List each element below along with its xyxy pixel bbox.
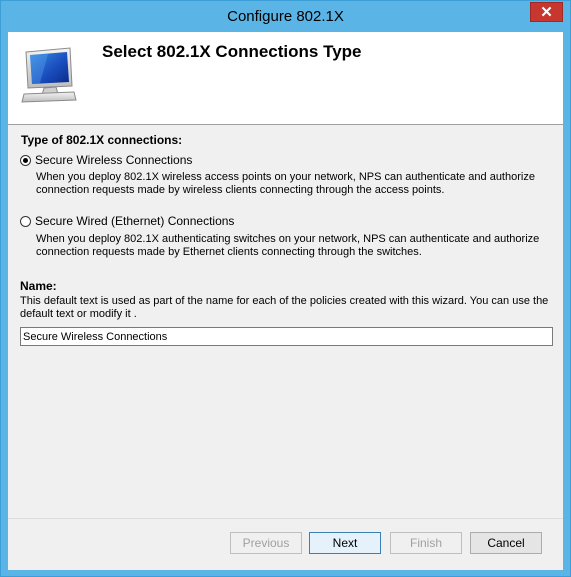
name-description: This default text is used as part of the… bbox=[20, 295, 549, 320]
close-icon: ✕ bbox=[540, 3, 553, 21]
dialog-body: Select 802.1X Connections Type Type of 8… bbox=[8, 32, 563, 570]
radio-wireless-label[interactable]: Secure Wireless Connections bbox=[35, 153, 192, 167]
wizard-header: Select 802.1X Connections Type bbox=[8, 32, 563, 125]
name-input[interactable] bbox=[20, 327, 553, 346]
name-label: Name: bbox=[20, 279, 57, 293]
wireless-description: When you deploy 802.1X wireless access p… bbox=[36, 171, 535, 196]
radio-button-checked[interactable] bbox=[20, 154, 31, 166]
cancel-button[interactable]: Cancel bbox=[470, 532, 542, 554]
radio-button-unchecked[interactable] bbox=[20, 215, 31, 227]
page-title: Select 802.1X Connections Type bbox=[102, 42, 362, 61]
radio-wireless[interactable]: Secure Wireless Connections bbox=[20, 153, 192, 167]
wired-description: When you deploy 802.1X authenticating sw… bbox=[36, 233, 540, 258]
radio-wired[interactable]: Secure Wired (Ethernet) Connections bbox=[20, 214, 234, 228]
radio-wired-label[interactable]: Secure Wired (Ethernet) Connections bbox=[35, 214, 234, 228]
window-title: Configure 802.1X bbox=[227, 8, 344, 25]
next-button[interactable]: Next bbox=[309, 532, 381, 554]
monitor-icon bbox=[21, 47, 77, 103]
close-button[interactable]: ✕ bbox=[530, 2, 563, 22]
finish-button[interactable]: Finish bbox=[390, 532, 462, 554]
previous-button[interactable]: Previous bbox=[230, 532, 302, 554]
footer-divider bbox=[8, 518, 563, 519]
wizard-window: Configure 802.1X ✕ Select 802.1X Connect… bbox=[0, 0, 571, 577]
connection-type-label: Type of 802.1X connections: bbox=[21, 133, 183, 147]
title-bar[interactable]: Configure 802.1X ✕ bbox=[1, 1, 570, 32]
